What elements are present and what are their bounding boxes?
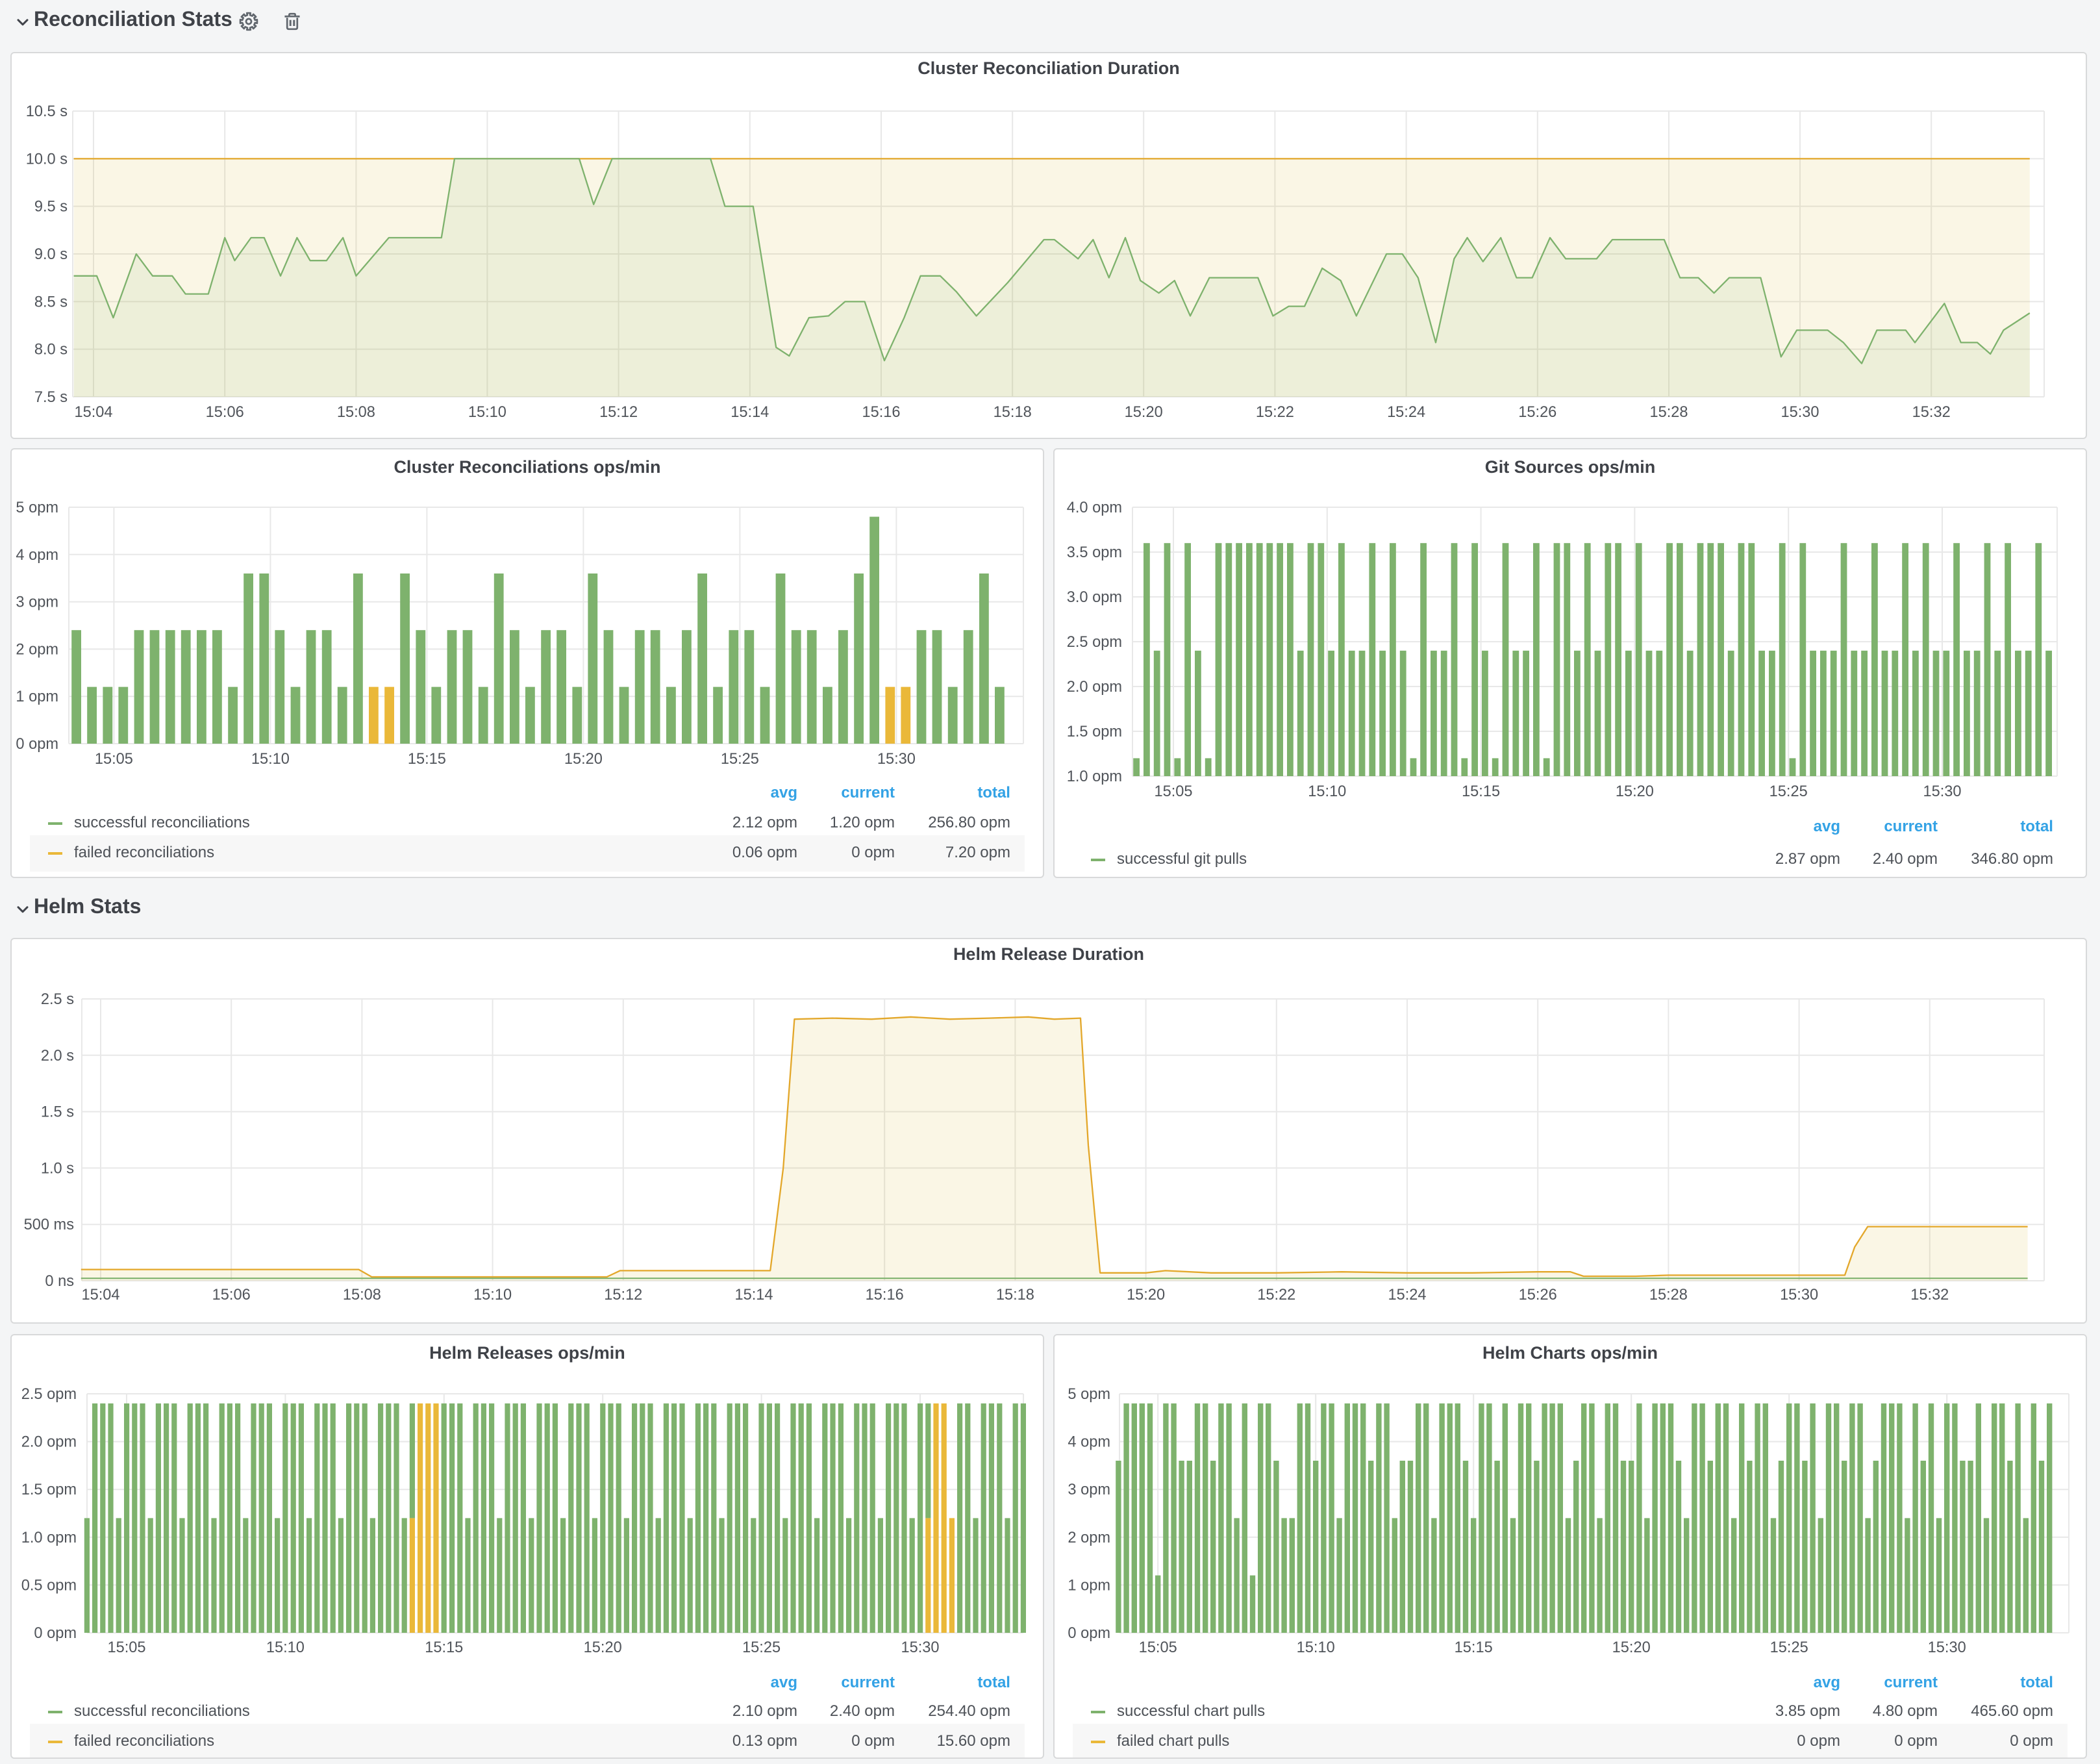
- svg-text:15:25: 15:25: [721, 751, 759, 768]
- svg-text:1.5 opm: 1.5 opm: [1067, 724, 1122, 740]
- svg-text:15:15: 15:15: [425, 1639, 463, 1656]
- svg-text:0 opm: 0 opm: [1068, 1625, 1110, 1642]
- svg-text:2.5 opm: 2.5 opm: [1067, 634, 1122, 651]
- svg-text:15:20: 15:20: [584, 1639, 622, 1656]
- svg-text:500 ms: 500 ms: [24, 1216, 74, 1233]
- svg-text:15:18: 15:18: [994, 404, 1032, 421]
- svg-text:15:05: 15:05: [1154, 783, 1192, 800]
- svg-text:15:24: 15:24: [1387, 404, 1425, 421]
- svg-text:15:04: 15:04: [81, 1287, 119, 1304]
- svg-text:15:05: 15:05: [1139, 1639, 1177, 1656]
- svg-text:15:10: 15:10: [1297, 1639, 1335, 1656]
- svg-text:3 opm: 3 opm: [16, 594, 58, 611]
- svg-text:15:25: 15:25: [1769, 783, 1808, 800]
- svg-text:1.5 s: 1.5 s: [41, 1104, 74, 1121]
- svg-text:15:10: 15:10: [468, 404, 506, 421]
- svg-text:15:30: 15:30: [1781, 404, 1819, 421]
- svg-text:1.0 opm: 1.0 opm: [21, 1530, 77, 1546]
- svg-text:4 opm: 4 opm: [16, 547, 58, 564]
- svg-text:9.5 s: 9.5 s: [34, 199, 68, 216]
- svg-text:2.0 s: 2.0 s: [41, 1048, 74, 1065]
- svg-text:15:30: 15:30: [877, 751, 916, 768]
- svg-text:15:06: 15:06: [206, 404, 244, 421]
- svg-text:4 opm: 4 opm: [1068, 1434, 1110, 1451]
- svg-text:15:20: 15:20: [564, 751, 603, 768]
- svg-text:15:26: 15:26: [1518, 404, 1556, 421]
- svg-text:2.5 opm: 2.5 opm: [21, 1386, 77, 1403]
- svg-text:0.5 opm: 0.5 opm: [21, 1577, 77, 1594]
- svg-text:3 opm: 3 opm: [1068, 1481, 1110, 1498]
- svg-text:15:22: 15:22: [1257, 1287, 1295, 1304]
- svg-text:9.0 s: 9.0 s: [34, 246, 68, 263]
- svg-text:15:30: 15:30: [1928, 1639, 1966, 1656]
- svg-text:0 ns: 0 ns: [45, 1273, 74, 1290]
- svg-text:0 opm: 0 opm: [16, 736, 58, 753]
- svg-text:15:20: 15:20: [1616, 783, 1654, 800]
- svg-text:15:10: 15:10: [251, 751, 290, 768]
- svg-text:15:32: 15:32: [1912, 404, 1951, 421]
- svg-text:15:20: 15:20: [1127, 1287, 1165, 1304]
- svg-text:2 opm: 2 opm: [1068, 1530, 1110, 1546]
- svg-text:15:12: 15:12: [599, 404, 638, 421]
- svg-text:15:24: 15:24: [1388, 1287, 1426, 1304]
- svg-text:15:15: 15:15: [1455, 1639, 1493, 1656]
- svg-text:15:25: 15:25: [1770, 1639, 1808, 1656]
- svg-text:15:05: 15:05: [107, 1639, 145, 1656]
- svg-text:10.0 s: 10.0 s: [26, 151, 68, 168]
- svg-text:3.0 opm: 3.0 opm: [1067, 589, 1122, 606]
- svg-text:2 opm: 2 opm: [16, 641, 58, 658]
- svg-text:1 opm: 1 opm: [1068, 1577, 1110, 1594]
- svg-text:15:08: 15:08: [337, 404, 375, 421]
- svg-text:4.0 opm: 4.0 opm: [1067, 499, 1122, 516]
- svg-text:15:06: 15:06: [212, 1287, 251, 1304]
- svg-text:15:05: 15:05: [95, 751, 133, 768]
- svg-text:15:12: 15:12: [604, 1287, 642, 1304]
- svg-text:0 opm: 0 opm: [34, 1625, 77, 1642]
- svg-text:2.5 s: 2.5 s: [41, 991, 74, 1008]
- svg-text:15:15: 15:15: [1462, 783, 1500, 800]
- svg-text:1.0 opm: 1.0 opm: [1067, 768, 1122, 785]
- svg-text:15:28: 15:28: [1649, 404, 1688, 421]
- svg-text:15:14: 15:14: [731, 404, 769, 421]
- svg-text:15:25: 15:25: [742, 1639, 781, 1656]
- svg-text:3.5 opm: 3.5 opm: [1067, 544, 1122, 561]
- svg-text:2.0 opm: 2.0 opm: [1067, 679, 1122, 696]
- svg-text:15:10: 15:10: [266, 1639, 305, 1656]
- svg-text:15:30: 15:30: [901, 1639, 939, 1656]
- svg-text:15:32: 15:32: [1910, 1287, 1949, 1304]
- svg-text:15:16: 15:16: [862, 404, 900, 421]
- svg-text:15:15: 15:15: [408, 751, 446, 768]
- svg-text:8.5 s: 8.5 s: [34, 294, 68, 310]
- svg-text:5 opm: 5 opm: [16, 499, 58, 516]
- svg-text:15:18: 15:18: [996, 1287, 1034, 1304]
- svg-text:15:10: 15:10: [1308, 783, 1346, 800]
- svg-text:15:30: 15:30: [1780, 1287, 1818, 1304]
- svg-text:15:10: 15:10: [473, 1287, 512, 1304]
- svg-text:10.5 s: 10.5 s: [26, 103, 68, 120]
- svg-text:1 opm: 1 opm: [16, 688, 58, 705]
- svg-text:2.0 opm: 2.0 opm: [21, 1434, 77, 1451]
- svg-text:15:16: 15:16: [866, 1287, 904, 1304]
- svg-text:15:20: 15:20: [1612, 1639, 1651, 1656]
- svg-text:5 opm: 5 opm: [1068, 1386, 1110, 1403]
- svg-text:7.5 s: 7.5 s: [34, 389, 68, 406]
- svg-text:15:30: 15:30: [1923, 783, 1961, 800]
- svg-text:15:04: 15:04: [74, 404, 112, 421]
- svg-text:1.5 opm: 1.5 opm: [21, 1481, 77, 1498]
- svg-text:8.0 s: 8.0 s: [34, 342, 68, 359]
- svg-text:15:20: 15:20: [1125, 404, 1163, 421]
- svg-text:15:14: 15:14: [734, 1287, 773, 1304]
- svg-text:15:08: 15:08: [343, 1287, 381, 1304]
- svg-text:15:28: 15:28: [1649, 1287, 1688, 1304]
- svg-text:15:26: 15:26: [1519, 1287, 1557, 1304]
- svg-text:1.0 s: 1.0 s: [41, 1160, 74, 1177]
- svg-text:15:22: 15:22: [1256, 404, 1294, 421]
